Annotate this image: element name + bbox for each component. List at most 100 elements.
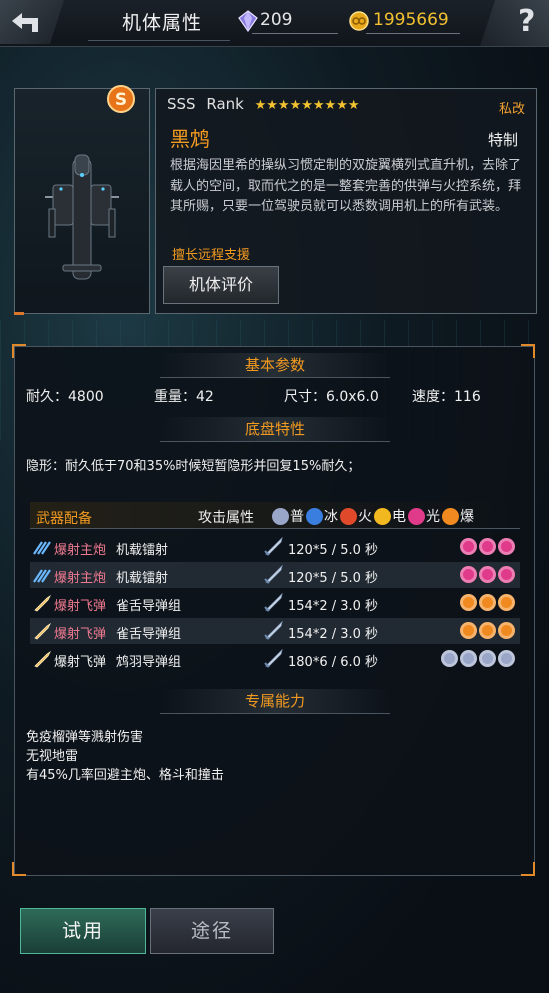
element-label: 冰 [324,509,338,525]
element-label: 爆 [460,509,474,525]
element-dot-icon [498,566,515,583]
weapon-header-label: 武器配备 [36,511,92,527]
helicopter-image [45,154,119,280]
gem-icon [238,10,258,32]
element-dot-icon [479,538,496,555]
gold-underline [366,33,460,34]
element-5-icon [442,508,459,525]
thumb-corner-accent [14,312,24,315]
rank-stars: ★★★★★★★★★ [254,98,360,113]
weapon-name: 雀舌导弹组 [116,627,182,642]
weapon-damage: 120*5 / 5.0 秒 [288,571,379,586]
sword-icon [264,620,283,640]
weapon-type: 爆射飞弹 [54,655,107,670]
weapon-name: 机载镭射 [116,571,169,586]
chassis-trait: 隐形：耐久低于70和35%时候短暂隐形并回复15%耐久； [26,459,361,474]
unit-description: 根据海因里希的操纵习惯定制的双旋翼横列式直升机，去除了载人的空间，取而代之的是一… [170,158,522,214]
weapon-row[interactable]: 爆射主炮 机载镭射 120*5 / 5.0 秒 [30,534,520,560]
unit-eval-button[interactable]: 机体评价 [163,266,279,304]
stat-durability: 耐久：4800 [26,389,104,405]
svg-text:S: S [115,90,127,110]
element-dot-icon [441,650,458,667]
sword-icon [264,536,283,556]
element-dot-icon [460,594,477,611]
element-dot-icon [498,538,515,555]
panel-corner-tl [12,344,26,358]
weapon-row[interactable]: 爆射飞弹 鸩羽导弹组 180*6 / 6.0 秒 [30,646,520,672]
s-rank-badge-icon: S [107,85,135,113]
laser-icon [33,569,51,583]
weapon-type: 爆射主炮 [54,543,107,558]
element-1-icon [306,508,323,525]
gold-coin-icon [349,11,369,31]
element-dot-icon [460,650,477,667]
element-label: 光 [426,509,440,525]
rank-text: SSS [167,95,196,113]
element-dot-icon [479,594,496,611]
route-button[interactable]: 途径 [150,908,274,954]
element-label: 火 [358,509,372,525]
exclusive-abilities: 免疫榴弹等溅射伤害 无视地雷 有45%几率回避主炮、格斗和撞击 [26,728,224,785]
element-dot-icon [460,538,477,555]
weapon-name: 雀舌导弹组 [116,599,182,614]
element-3-icon [374,508,391,525]
weapon-type: 爆射主炮 [54,571,107,586]
element-label: 电 [392,509,406,525]
element-dot-icon [479,622,496,639]
unit-specialty: 擅长远程支援 [172,248,251,263]
exclusive-section-title: 专属能力 [160,689,390,714]
panel-corner-tr [521,344,535,358]
exclusive-line: 免疫榴弹等溅射伤害 [26,730,144,745]
stat-speed: 速度：116 [412,389,481,405]
gold-count: 1995669 [373,10,449,30]
chassis-section-title: 底盘特性 [160,417,390,442]
element-dot-icon [498,650,515,667]
back-arrow-icon [12,13,38,32]
sword-icon [264,592,283,612]
help-icon: ? [518,4,536,39]
weapon-damage: 154*2 / 3.0 秒 [288,627,379,642]
weapon-row[interactable]: 爆射飞弹 雀舌导弹组 154*2 / 3.0 秒 [30,618,520,644]
weapon-row[interactable]: 爆射飞弹 雀舌导弹组 154*2 / 3.0 秒 [30,590,520,616]
try-button[interactable]: 试用 [20,908,146,954]
sword-icon [264,564,283,584]
panel-corner-br [521,862,535,876]
weapon-damage: 120*5 / 5.0 秒 [288,543,379,558]
rank-row: SSS Rank ★★★★★★★★★ [167,95,360,113]
missile-icon [34,594,52,612]
laser-icon [33,541,51,555]
unit-thumbnail [14,88,150,314]
weapon-row[interactable]: 爆射主炮 机载镭射 120*5 / 5.0 秒 [30,562,520,588]
element-4-icon [408,508,425,525]
missile-icon [34,622,52,640]
gem-count: 209 [260,10,293,30]
weapon-name: 鸩羽导弹组 [116,655,182,670]
weapon-damage: 180*6 / 6.0 秒 [288,655,379,670]
element-dot-icon [498,594,515,611]
panel-corner-bl [12,862,26,876]
rank-word: Rank [206,95,244,113]
weapon-type: 爆射飞弹 [54,627,107,642]
element-2-icon [340,508,357,525]
element-dot-icon [460,566,477,583]
weapon-name: 机载镭射 [116,543,169,558]
exclusive-line: 无视地雷 [26,749,79,764]
gem-underline [252,33,338,34]
sword-icon [264,648,283,668]
basic-section-title: 基本参数 [160,353,390,378]
exclusive-line: 有45%几率回避主炮、格斗和撞击 [26,768,224,783]
unit-name: 黑鸩 [170,127,210,151]
element-dot-icon [460,622,477,639]
attack-attribute-label: 攻击属性 [198,510,254,526]
missile-icon [34,650,52,668]
element-legend: 普冰火电光爆 [272,506,476,526]
special-tag: 特制 [488,131,519,149]
stat-size: 尺寸：6.0x6.0 [284,389,379,405]
element-dot-icon [498,622,515,639]
weapon-damage: 154*2 / 3.0 秒 [288,599,379,614]
element-dot-icon [479,566,496,583]
weapon-type: 爆射飞弹 [54,599,107,614]
page-title: 机体属性 [121,12,202,34]
element-label: 普 [290,509,304,525]
mod-tag: 私改 [499,102,526,117]
